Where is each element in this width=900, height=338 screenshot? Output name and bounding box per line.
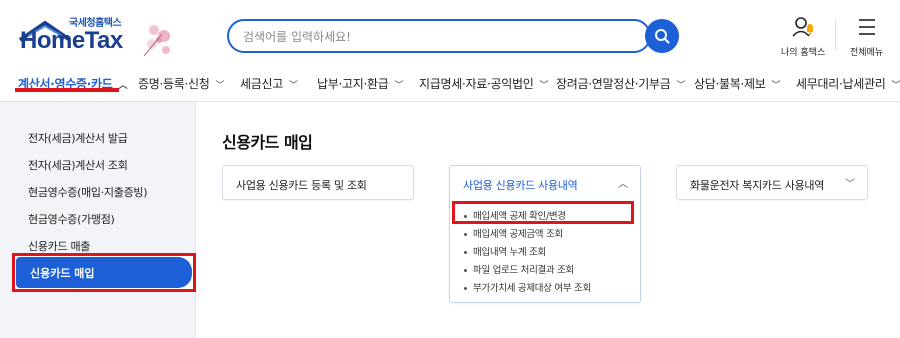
chevron-down-icon[interactable]: ﹀ — [845, 175, 855, 190]
chevron-down-icon: ﹀ — [215, 81, 225, 91]
nav-item-label: 납부·고지·환급 — [317, 77, 389, 91]
submenu-item-upload-result[interactable]: 파일 업로드 처리결과 조회 — [464, 262, 574, 276]
submenu-highlight-box — [452, 201, 634, 224]
sidebar-item-label: 전자(세금)계산서 발급 — [28, 132, 128, 145]
submenu-item-label: 매입내역 누계 조회 — [473, 247, 546, 258]
sidebar-item-label: 신용카드 매출 — [28, 240, 91, 253]
chevron-down-icon: ﹀ — [771, 81, 781, 91]
nav-item-label: 세금신고 — [240, 77, 283, 91]
sidebar-item-credit-card-purchase[interactable]: 신용카드 매입 — [16, 257, 192, 288]
header: 국세청홈택스 HomeTax 나의 홈택스 — [0, 0, 900, 66]
submenu-item-label: 파일 업로드 처리결과 조회 — [473, 265, 574, 276]
bullet-icon — [464, 269, 467, 272]
nav-item-label: 세무대리·납세관리 — [796, 77, 886, 91]
nav-active-underline — [15, 88, 119, 92]
nav-item-statements[interactable]: 지급명세·자료·공익법인 ﹀ — [419, 75, 548, 92]
chevron-down-icon: ﹀ — [891, 81, 900, 91]
sidebar-item-cash-receipt-merchant[interactable]: 현금영수증(가맹점) — [28, 211, 115, 227]
hometax-logo[interactable]: 국세청홈택스 HomeTax — [14, 12, 174, 58]
nav-item-consulting[interactable]: 상담·불복·제보 ﹀ — [694, 75, 780, 92]
submenu-item-label: 부가가치세 공제대상 여부 조회 — [473, 283, 591, 294]
card-business-card-register[interactable]: 사업용 신용카드 등록 및 조회 — [222, 165, 414, 200]
submenu-item-purchase-total[interactable]: 매입내역 누계 조회 — [464, 244, 546, 258]
chevron-down-icon: ﹀ — [676, 81, 686, 91]
card-label: 사업용 신용카드 사용내역 — [463, 179, 578, 192]
sidebar-item-label: 신용카드 매입 — [30, 267, 95, 280]
chevron-up-icon: ︿ — [118, 81, 128, 91]
chevron-up-icon[interactable]: ︿ — [618, 175, 628, 190]
page-title: 신용카드 매입 — [222, 133, 313, 152]
sidebar-item-label: 현금영수증(매입·지출증빙) — [28, 186, 148, 199]
nav-item-tax-agency[interactable]: 세무대리·납세관리 ﹀ — [796, 75, 900, 92]
hamburger-menu-icon — [858, 19, 875, 35]
blossom-decoration-icon — [143, 25, 170, 57]
bullet-icon — [464, 251, 467, 254]
sidebar-item-view-invoice[interactable]: 전자(세금)계산서 조회 — [28, 157, 128, 173]
sidebar-item-credit-card-sales[interactable]: 신용카드 매출 — [28, 238, 90, 254]
nav-item-label: 증명·등록·신청 — [138, 77, 210, 91]
nav-item-certificates[interactable]: 증명·등록·신청 ﹀ — [138, 75, 224, 92]
nav-item-payment[interactable]: 납부·고지·환급 ﹀ — [317, 75, 403, 92]
nav-item-label: 장려금·연말정산·기부금 — [556, 77, 671, 91]
bullet-icon — [464, 233, 467, 236]
chevron-down-icon: ﹀ — [394, 81, 404, 91]
sidebar-item-label: 현금영수증(가맹점) — [28, 213, 115, 226]
main-nav: 계산서·영수증·카드 ︿ 증명·등록·신청 ﹀ 세금신고 ﹀ 납부·고지·환급 ﹀ 지급… — [0, 66, 900, 102]
sidebar-item-label: 전자(세금)계산서 조회 — [28, 159, 128, 172]
nav-item-label: 상담·불복·제보 — [694, 77, 766, 91]
all-menu-button[interactable]: 전체메뉴 — [850, 16, 883, 58]
my-hometax-label: 나의 홈택스 — [781, 48, 826, 58]
search-button[interactable] — [645, 19, 679, 53]
sidebar-item-cash-receipt-purchase[interactable]: 현금영수증(매입·지출증빙) — [28, 184, 148, 200]
card-label: 화물운전자 복지카드 사용내역 — [690, 179, 825, 192]
chevron-down-icon: ﹀ — [539, 81, 549, 91]
user-bell-icon — [792, 17, 814, 37]
sidebar-item-issue-invoice[interactable]: 전자(세금)계산서 발급 — [28, 130, 128, 146]
card-label: 사업용 신용카드 등록 및 조회 — [236, 179, 367, 192]
nav-item-label: 지급명세·자료·공익법인 — [419, 77, 534, 91]
search-icon — [655, 29, 670, 44]
my-hometax-button[interactable]: 나의 홈택스 — [781, 16, 825, 58]
submenu-item-vat-eligibility[interactable]: 부가가치세 공제대상 여부 조회 — [464, 280, 591, 294]
all-menu-label: 전체메뉴 — [850, 48, 884, 58]
card-freight-driver-card[interactable]: 화물운전자 복지카드 사용내역 ﹀ — [676, 165, 868, 200]
logo-title: HomeTax — [20, 27, 123, 54]
submenu-item-deduction-amount[interactable]: 매입세액 공제금액 조회 — [464, 226, 563, 240]
nav-item-incentives[interactable]: 장려금·연말정산·기부금 ﹀ — [556, 75, 685, 92]
header-divider — [835, 20, 836, 50]
search-box[interactable] — [227, 19, 651, 53]
nav-item-tax-filing[interactable]: 세금신고 ﹀ — [240, 75, 298, 92]
chevron-down-icon: ﹀ — [288, 81, 298, 91]
card-business-card-usage[interactable]: 사업용 신용카드 사용내역 ︿ 매입세액 공제 확인/변경 매입세액 공제금액 … — [449, 165, 641, 303]
submenu-item-label: 매입세액 공제금액 조회 — [473, 229, 563, 240]
search-input[interactable] — [243, 27, 623, 47]
bullet-icon — [464, 287, 467, 290]
